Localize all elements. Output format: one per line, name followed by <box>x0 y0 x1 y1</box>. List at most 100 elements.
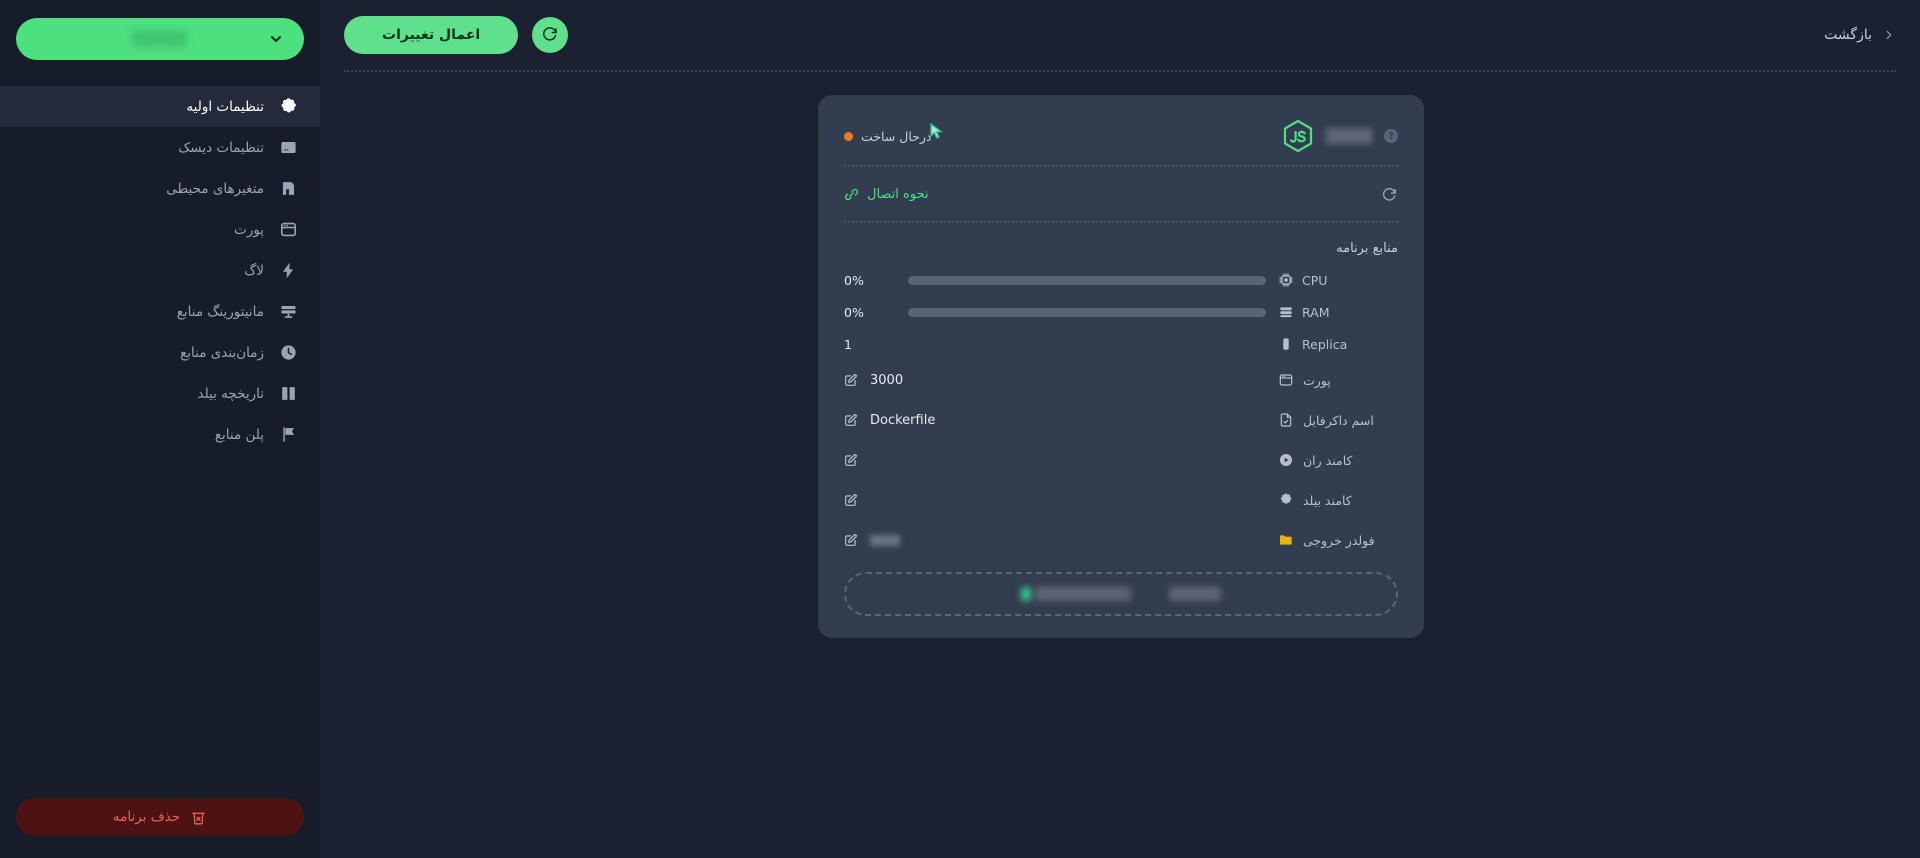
sidebar-item-label: تاریخچه بیلد <box>197 385 265 402</box>
connection-link[interactable]: نحوه اتصال <box>844 187 929 202</box>
nodejs-js-icon <box>1282 119 1314 153</box>
sidebar-item-port[interactable]: پورت <box>0 209 320 250</box>
file-check-icon <box>1278 412 1294 428</box>
resource-label: CPU <box>1278 272 1398 288</box>
sidebar-item-resource-scheduling[interactable]: زمان‌بندی منابع <box>0 332 320 373</box>
divider <box>844 165 1398 167</box>
config-value-wrap: 3000 <box>844 373 1266 388</box>
delete-app-button[interactable]: حذف برنامه <box>16 798 304 836</box>
sidebar-item-label: مانیتورینگ منابع <box>176 303 264 320</box>
config-value-wrap <box>844 453 1266 467</box>
sidebar: ▒▒▒▒▒ تنظیمات اولیه تنظیمات دیسک متغیرها <box>0 0 320 858</box>
sidebar-item-disk-settings[interactable]: تنظیمات دیسک <box>0 127 320 168</box>
chevron-left-icon <box>1882 28 1896 42</box>
config-name: فولدر خروجی <box>1303 532 1375 548</box>
sidebar-item-env-variables[interactable]: متغیرهای محیطی <box>0 168 320 209</box>
replica-icon <box>1278 336 1294 352</box>
status-badge <box>844 131 853 141</box>
resource-row-ram: RAM 0% <box>844 296 1398 328</box>
resource-label: RAM <box>1278 304 1398 320</box>
resource-name: CPU <box>1302 272 1328 288</box>
refresh-button[interactable] <box>532 17 569 53</box>
cpu-progress-bar <box>908 275 1266 285</box>
app-switcher-name: ▒▒▒▒▒ <box>132 31 188 47</box>
flag-icon <box>278 425 298 445</box>
build-status-label: درحال ساخت <box>861 128 932 144</box>
dropzone-chip-secondary <box>1169 587 1221 601</box>
connection-refresh-icon[interactable] <box>1381 186 1398 203</box>
book-icon <box>278 384 298 404</box>
edit-icon[interactable] <box>844 373 858 387</box>
edit-icon[interactable] <box>844 533 858 547</box>
app-root: ▒▒▒▒▒ تنظیمات اولیه تنظیمات دیسک متغیرها <box>0 0 1920 858</box>
folder-icon <box>1278 532 1294 548</box>
gear-icon <box>278 97 298 117</box>
ram-progress-bar <box>908 307 1266 317</box>
sidebar-item-label: پورت <box>234 221 264 238</box>
config-row-output-folder: فولدر خروجی <box>844 520 1398 560</box>
config-label: کامند ران <box>1278 452 1398 468</box>
back-link[interactable]: بازگشت <box>1824 27 1896 43</box>
sidebar-item-label: پلن منابع <box>214 426 264 443</box>
dropzone-chip-primary <box>1035 587 1131 601</box>
sidebar-item-initial-settings[interactable]: تنظیمات اولیه <box>0 86 320 127</box>
divider <box>844 221 1398 223</box>
edit-icon[interactable] <box>844 413 858 427</box>
sidebar-item-label: متغیرهای محیطی <box>166 180 264 197</box>
connection-label: نحوه اتصال <box>867 186 929 202</box>
back-link-label: بازگشت <box>1824 27 1872 43</box>
config-value-wrap: Dockerfile <box>844 413 1266 428</box>
deployment-source-dropzone[interactable] <box>844 572 1398 616</box>
sidebar-item-resource-plan[interactable]: پلن منابع <box>0 414 320 455</box>
delete-app-label: حذف برنامه <box>112 809 181 825</box>
sidebar-item-label: زمان‌بندی منابع <box>180 344 264 361</box>
variables-icon <box>278 179 298 199</box>
resource-name: Replica <box>1302 336 1348 352</box>
question-mark-icon[interactable]: ? <box>1384 129 1398 143</box>
hard-drive-icon <box>278 138 298 158</box>
config-value: Dockerfile <box>870 412 936 428</box>
gear-icon <box>1278 492 1294 508</box>
edit-icon[interactable] <box>844 453 858 467</box>
config-row-port: پورت 3000 <box>844 360 1398 400</box>
platform-name <box>1326 128 1372 144</box>
trash-x-icon <box>190 809 207 826</box>
dropzone-status-chip <box>1021 587 1031 601</box>
main-content: بازگشت اعمال تغییرات ? درحال ساخت نحوه ا… <box>320 0 1920 858</box>
clock-icon <box>278 343 298 363</box>
replica-value: 1 <box>844 336 852 352</box>
config-value <box>870 534 900 546</box>
config-row-build-command: کامند بیلد <box>844 480 1398 520</box>
resources-title: منابع برنامه <box>1336 241 1398 256</box>
topbar-divider <box>344 70 1896 72</box>
topbar-actions: اعمال تغییرات <box>344 16 569 54</box>
sidebar-item-label: تنظیمات دیسک <box>178 139 264 156</box>
sidebar-nav: تنظیمات اولیه تنظیمات دیسک متغیرهای محیط… <box>0 86 320 455</box>
resource-name: RAM <box>1302 304 1330 320</box>
cpu-icon <box>1278 272 1294 288</box>
config-label: اسم داکرفایل <box>1278 412 1398 428</box>
monitor-icon <box>278 302 298 322</box>
card-status: درحال ساخت <box>844 122 943 144</box>
config-value-wrap <box>844 493 1266 507</box>
config-value-wrap <box>844 533 1266 547</box>
sidebar-item-build-history[interactable]: تاریخچه بیلد <box>0 373 320 414</box>
cpu-value: 0% <box>844 272 864 288</box>
config-label: فولدر خروجی <box>1278 532 1398 548</box>
app-switcher-button[interactable]: ▒▒▒▒▒ <box>16 18 304 60</box>
mouse-cursor-icon <box>930 122 948 141</box>
edit-icon[interactable] <box>844 493 858 507</box>
config-label: پورت <box>1278 372 1398 388</box>
ram-icon <box>1278 304 1294 320</box>
resource-row-replica: Replica 1 <box>844 328 1398 360</box>
sidebar-item-label: تنظیمات اولیه <box>186 98 264 115</box>
sidebar-item-log[interactable]: لاگ <box>0 250 320 291</box>
config-name: کامند ران <box>1303 452 1353 468</box>
topbar: بازگشت اعمال تغییرات <box>320 0 1920 70</box>
apply-changes-button[interactable]: اعمال تغییرات <box>344 16 519 54</box>
sidebar-item-resource-monitoring[interactable]: مانیتورینگ منابع <box>0 291 320 332</box>
config-row-dockerfile: اسم داکرفایل Dockerfile <box>844 400 1398 440</box>
play-icon <box>1278 452 1294 468</box>
ram-value: 0% <box>844 304 864 320</box>
config-row-run-command: کامند ران <box>844 440 1398 480</box>
